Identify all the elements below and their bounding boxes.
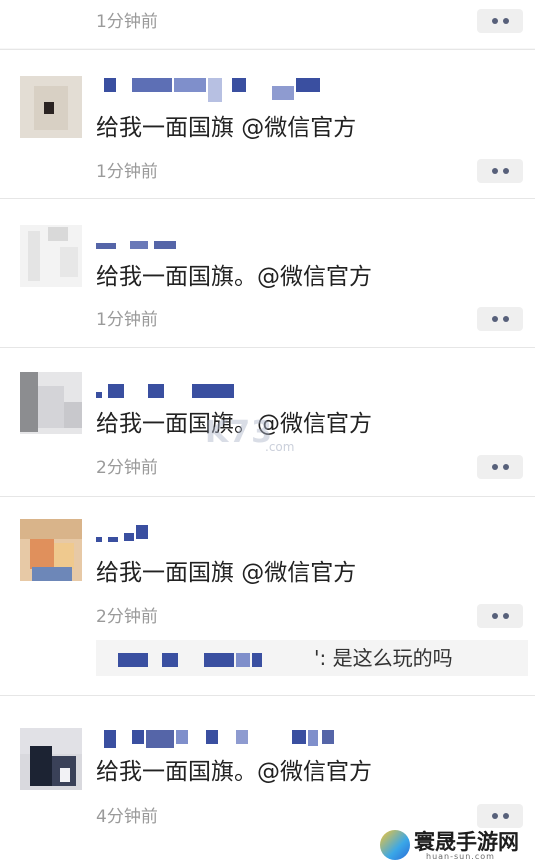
more-dot <box>502 613 509 619</box>
avatar[interactable] <box>20 225 82 287</box>
username-redacted[interactable] <box>96 78 356 102</box>
watermark-k73: K73 <box>205 415 273 450</box>
watermark-site-sub: huan-sun.com <box>426 852 495 861</box>
comment-text: 给我一面国旗。@微信官方 <box>96 264 372 290</box>
more-button[interactable] <box>477 307 523 331</box>
more-dots-icon <box>491 18 498 24</box>
comment-time: 1分钟前 <box>96 310 158 330</box>
more-dot <box>502 18 509 24</box>
comment-card: 1分钟前 <box>0 0 535 48</box>
username-redacted[interactable] <box>96 730 356 748</box>
more-dots-icon <box>491 168 498 174</box>
comment-time: 2分钟前 <box>96 458 158 478</box>
avatar[interactable] <box>20 372 82 434</box>
more-button[interactable] <box>477 159 523 183</box>
comment-card: 给我一面国旗。@微信官方 1分钟前 <box>0 199 535 347</box>
comment-feed: 1分钟前 给我一面国旗 @微信官方 1分钟前 给我一面国旗。@微信官方 1分钟前… <box>0 0 535 866</box>
more-dot <box>502 168 509 174</box>
comment-time: 1分钟前 <box>96 12 158 32</box>
more-dots-icon <box>491 613 498 619</box>
comment-time: 4分钟前 <box>96 807 158 827</box>
comment-time: 1分钟前 <box>96 162 158 182</box>
more-dot <box>502 813 509 819</box>
more-button[interactable] <box>477 455 523 479</box>
more-button[interactable] <box>477 804 523 828</box>
comment-text: 给我一面国旗 @微信官方 <box>96 115 357 141</box>
username-redacted[interactable] <box>96 525 356 543</box>
reply-text: ': 是这么玩的吗 <box>314 646 453 670</box>
avatar[interactable] <box>20 728 82 790</box>
more-button[interactable] <box>477 604 523 628</box>
more-dots-icon <box>491 813 498 819</box>
username-redacted[interactable] <box>96 384 356 402</box>
avatar[interactable] <box>20 519 82 581</box>
comment-time: 2分钟前 <box>96 607 158 627</box>
more-dots-icon <box>491 316 498 322</box>
more-dot <box>502 464 509 470</box>
comment-card: 给我一面国旗 @微信官方 1分钟前 <box>0 50 535 198</box>
comment-text: 给我一面国旗。@微信官方 <box>96 759 372 785</box>
more-dots-icon <box>491 464 498 470</box>
more-button[interactable] <box>477 9 523 33</box>
reply-box[interactable]: ': 是这么玩的吗 <box>96 640 528 676</box>
watermark-k73-sub: .com <box>265 440 295 454</box>
comment-text: 给我一面国旗 @微信官方 <box>96 560 357 586</box>
avatar[interactable] <box>20 76 82 138</box>
username-redacted[interactable] <box>96 239 356 257</box>
watermark-site: 寰晟手游网 huan-sun.com <box>380 826 532 864</box>
more-dot <box>502 316 509 322</box>
site-logo-icon <box>380 830 410 860</box>
